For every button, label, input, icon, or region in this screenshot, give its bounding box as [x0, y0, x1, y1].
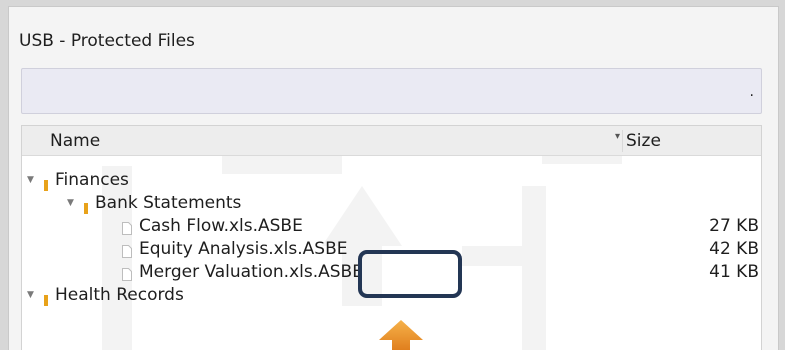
- column-name-header[interactable]: Name: [50, 131, 100, 151]
- file-name: Cash Flow.xls.ASBE: [139, 216, 303, 236]
- up-arrow-icon: [379, 320, 423, 350]
- file-size: 41 KB: [709, 262, 759, 282]
- expand-triangle-icon[interactable]: ▼: [27, 169, 34, 191]
- file-size: 27 KB: [709, 216, 759, 236]
- folder-icon: [84, 198, 88, 214]
- file-icon: [122, 219, 132, 235]
- folder-icon: [44, 175, 48, 191]
- sort-desc-icon[interactable]: ▾: [615, 131, 620, 142]
- file-tree-list[interactable]: Name ▾ Size ▼ Finances ▼ Bank Statements: [21, 125, 762, 350]
- folder-label: Bank Statements: [95, 193, 242, 213]
- tree-row-file[interactable]: Cash Flow.xls.ASBE 27 KB: [22, 215, 761, 237]
- expand-triangle-icon[interactable]: ▼: [27, 284, 34, 306]
- column-header: Name ▾ Size: [22, 126, 761, 156]
- file-size: 42 KB: [709, 239, 759, 259]
- protected-files-panel: USB - Protected Files . Name ▾ Size ▼ Fi…: [8, 6, 779, 350]
- file-icon: [122, 265, 132, 281]
- search-input[interactable]: .: [21, 68, 762, 114]
- panel-title: USB - Protected Files: [19, 31, 195, 51]
- column-size-header[interactable]: Size: [626, 131, 661, 151]
- file-name: Equity Analysis.xls.ASBE: [139, 239, 348, 259]
- tree-row-finances[interactable]: ▼ Finances: [22, 169, 761, 191]
- folder-label: Health Records: [55, 285, 184, 305]
- extension-highlight-box: [358, 250, 462, 298]
- tree-row-bank-statements[interactable]: ▼ Bank Statements: [22, 192, 761, 214]
- file-name: Merger Valuation.xls.ASBE: [139, 262, 363, 282]
- folder-icon: [44, 290, 48, 306]
- expand-triangle-icon[interactable]: ▼: [67, 192, 74, 214]
- column-divider[interactable]: [622, 130, 623, 152]
- file-icon: [122, 242, 132, 258]
- app-window: USB - Protected Files . Name ▾ Size ▼ Fi…: [0, 0, 785, 350]
- search-indicator: .: [749, 84, 754, 100]
- folder-label: Finances: [55, 170, 129, 190]
